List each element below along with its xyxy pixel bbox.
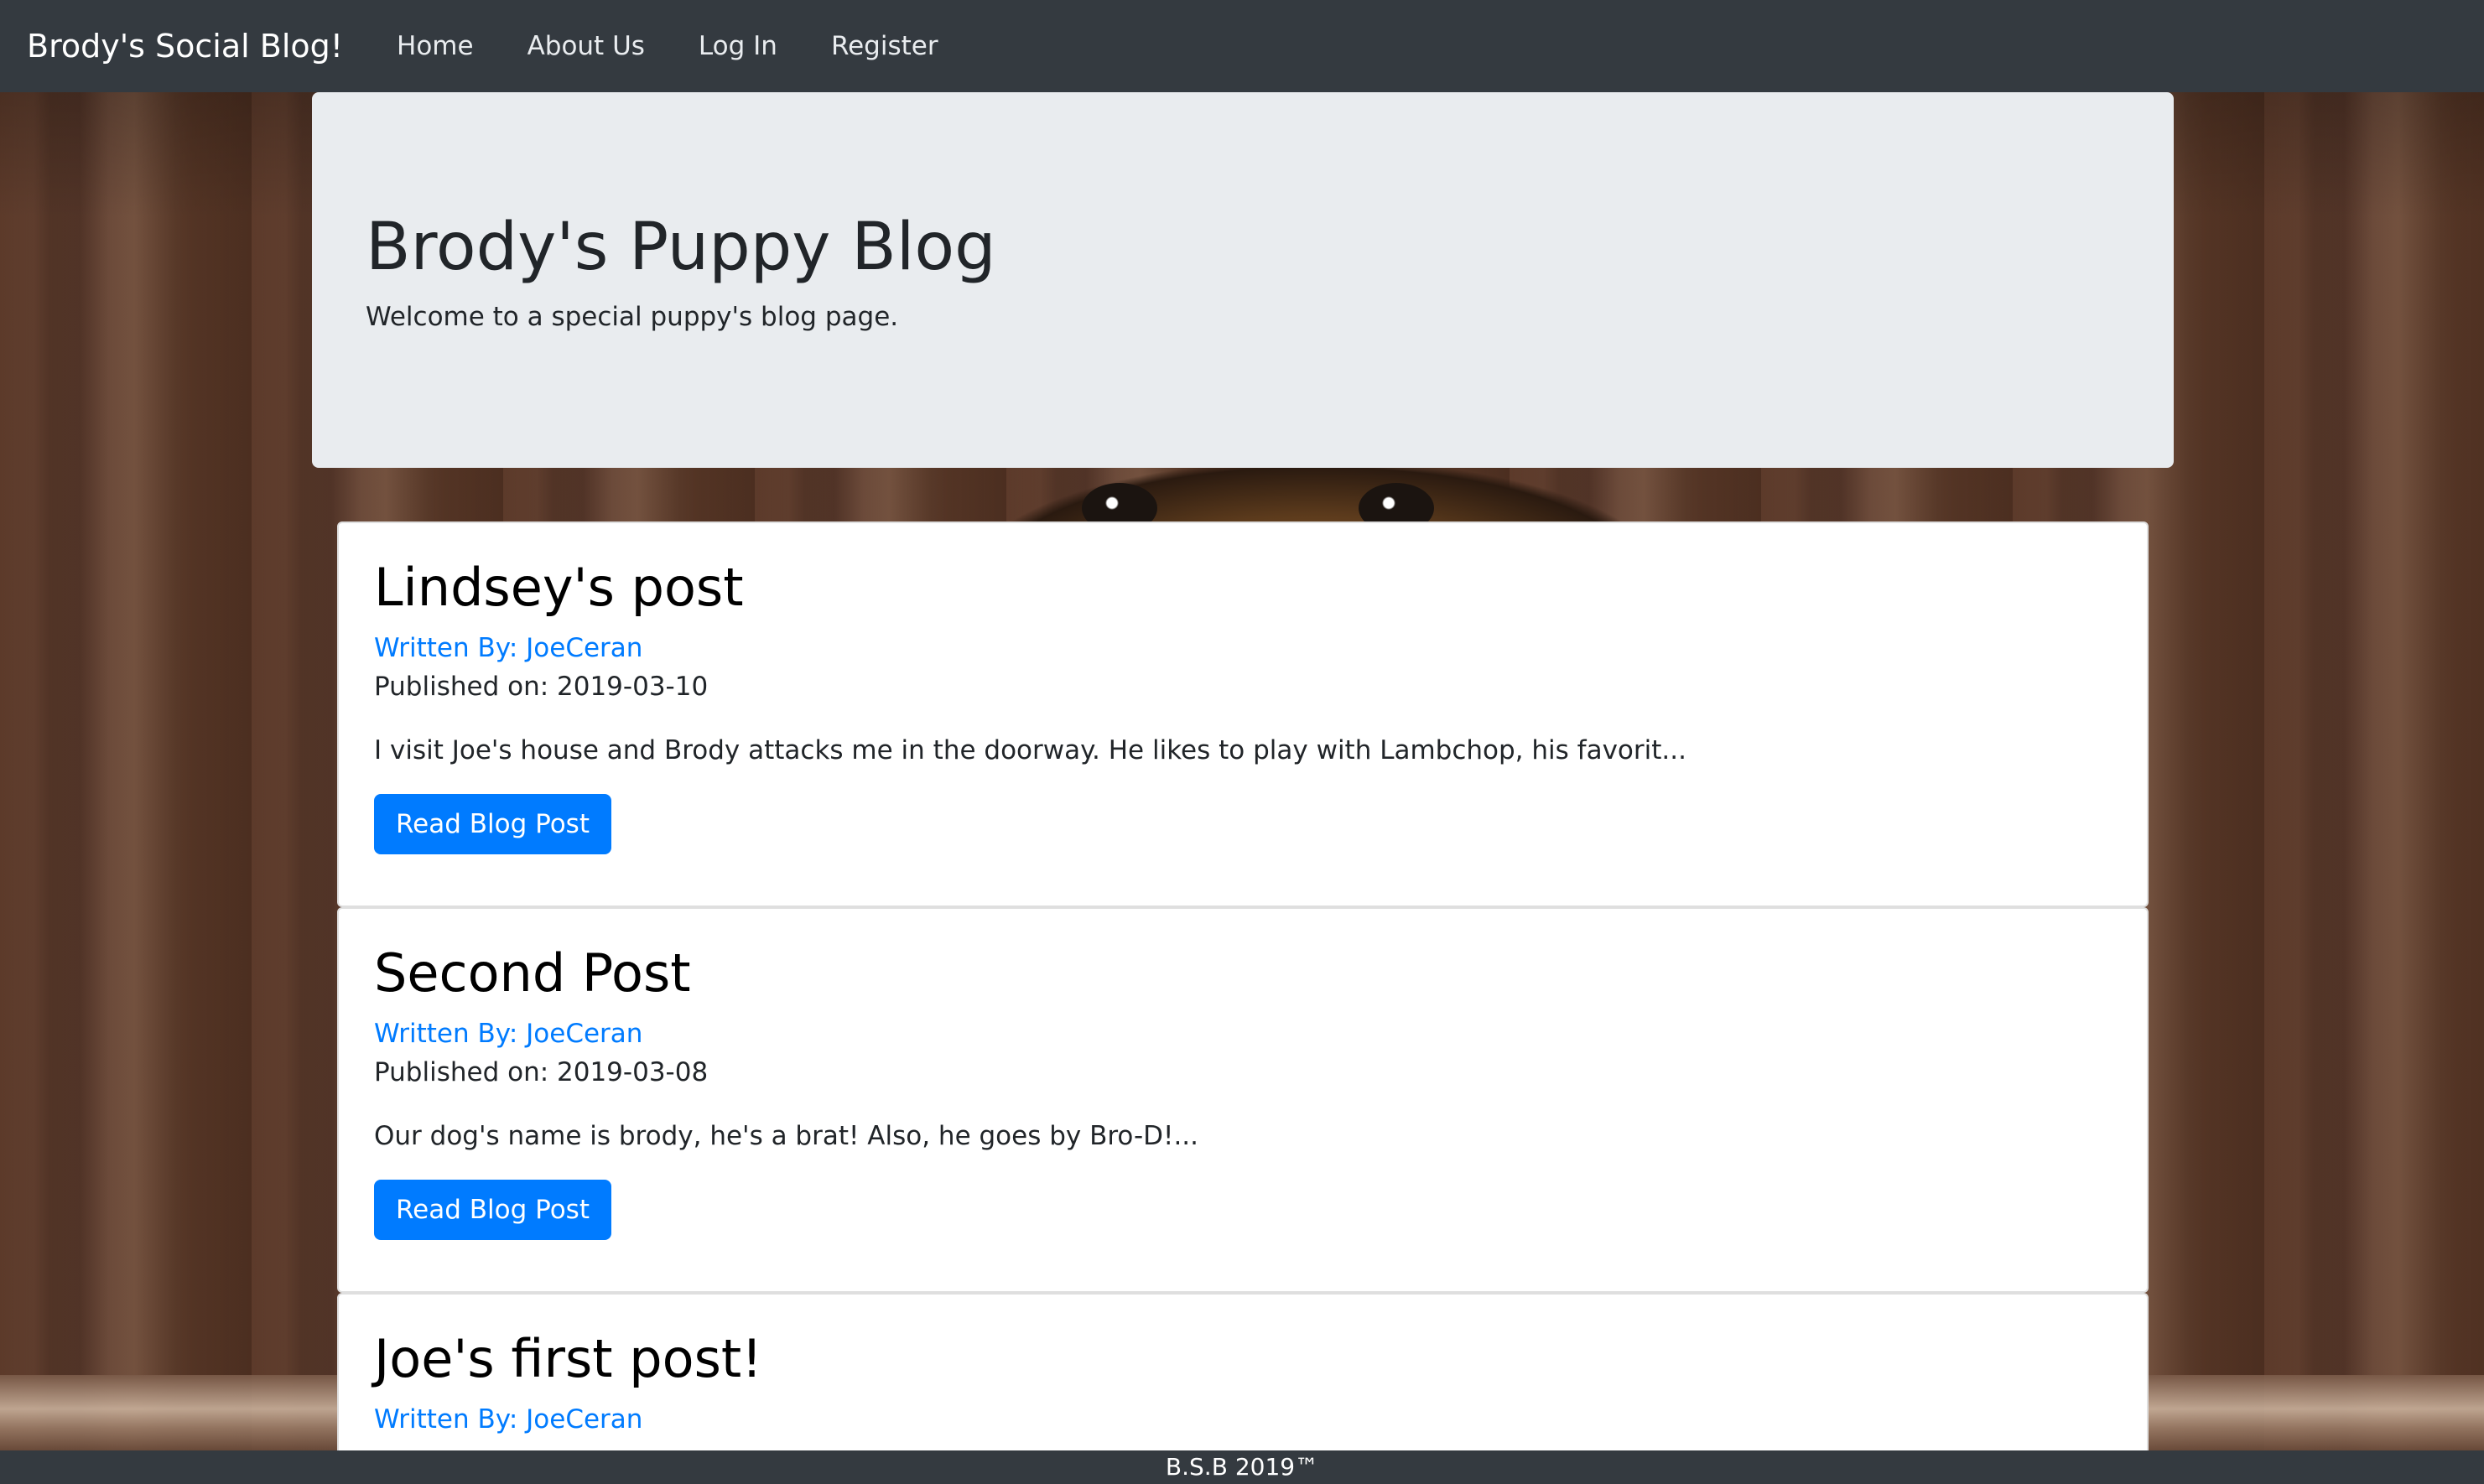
post-title: Lindsey's post bbox=[374, 557, 744, 618]
nav-link-log-in[interactable]: Log In bbox=[699, 31, 777, 61]
post-card: Joe's first post! Written By: JoeCeran bbox=[337, 1293, 2149, 1461]
nav-link-about-us[interactable]: About Us bbox=[527, 31, 645, 61]
nav-link-home[interactable]: Home bbox=[397, 31, 474, 61]
footer-text: B.S.B 2019™ bbox=[1165, 1453, 1319, 1481]
post-author-link[interactable]: Written By: JoeCeran bbox=[374, 1404, 2112, 1435]
post-card: Lindsey's post Written By: JoeCeran Publ… bbox=[337, 521, 2149, 907]
page-title: Brody's Puppy Blog bbox=[366, 210, 996, 285]
hero-jumbotron: Brody's Puppy Blog Welcome to a special … bbox=[312, 92, 2174, 468]
top-navbar: Brody's Social Blog! Home About Us Log I… bbox=[0, 0, 2484, 92]
post-date: Published on: 2019-03-10 bbox=[374, 672, 709, 702]
post-excerpt: Our dog's name is brody, he's a brat! Al… bbox=[374, 1121, 1199, 1151]
nav-link-register[interactable]: Register bbox=[831, 31, 938, 61]
post-date: Published on: 2019-03-08 bbox=[374, 1057, 709, 1087]
page-subtitle: Welcome to a special puppy's blog page. bbox=[366, 302, 899, 332]
post-excerpt: I visit Joe's house and Brody attacks me… bbox=[374, 735, 1686, 765]
post-title: Joe's first post! bbox=[374, 1328, 763, 1389]
post-card: Second Post Written By: JoeCeran Publish… bbox=[337, 907, 2149, 1293]
post-author-link[interactable]: Written By: JoeCeran bbox=[374, 633, 2112, 663]
read-blog-post-button[interactable]: Read Blog Post bbox=[374, 794, 611, 854]
page-footer: B.S.B 2019™ bbox=[0, 1450, 2484, 1484]
post-title: Second Post bbox=[374, 942, 691, 1004]
read-blog-post-button[interactable]: Read Blog Post bbox=[374, 1180, 611, 1240]
post-author-link[interactable]: Written By: JoeCeran bbox=[374, 1019, 2112, 1049]
navbar-brand[interactable]: Brody's Social Blog! bbox=[27, 28, 343, 65]
